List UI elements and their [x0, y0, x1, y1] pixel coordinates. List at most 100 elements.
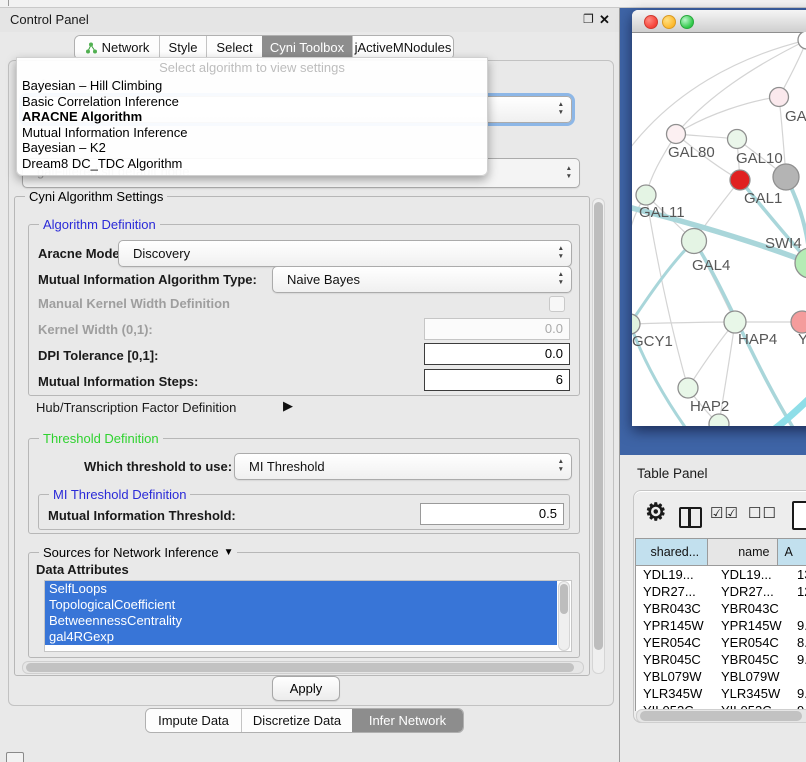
node-unlabeled-top[interactable] [798, 32, 806, 49]
node-unlabeled-bottom[interactable] [709, 414, 729, 426]
aracne-mode-value: Discovery [133, 246, 190, 261]
mi-type-combo[interactable]: Naive Bayes ▲▼ [272, 266, 572, 293]
tab-impute-data[interactable]: Impute Data [146, 709, 241, 732]
node-gal11[interactable] [636, 185, 656, 205]
attribute-item[interactable]: gal4RGexp [45, 629, 557, 645]
table-row[interactable]: YDR27...YDR27...12 [636, 583, 806, 600]
node-hap2[interactable] [678, 378, 698, 398]
column-header-partial[interactable]: A [777, 539, 806, 565]
gear-icon[interactable]: ⚙ [645, 498, 667, 527]
algorithm-definition-title: Algorithm Definition [39, 217, 160, 232]
select-all-checks-icon[interactable]: ☑☑ [710, 504, 739, 522]
network-window[interactable]: GAL GAL80 GAL10 GAL1 GAL11 GAL4 SWI4 HAP… [632, 10, 806, 426]
float-window-icon[interactable]: ❐ [583, 12, 594, 26]
expand-right-icon[interactable]: ▶ [283, 398, 293, 414]
node-gray[interactable] [773, 164, 799, 190]
tab-discretize-data[interactable]: Discretize Data [241, 709, 352, 732]
aracne-mode-combo[interactable]: Discovery ▲▼ [118, 240, 572, 267]
settings-horizontal-scrollbar[interactable] [22, 661, 584, 674]
cell-shared-name: YLR345W [636, 685, 714, 702]
popup-item[interactable]: Bayesian – K2 [17, 140, 487, 156]
node-swi4[interactable] [795, 248, 806, 278]
mi-type-value: Naive Bayes [287, 272, 360, 287]
data-attributes-label: Data Attributes [36, 562, 129, 577]
cell-name: YDL19... [714, 566, 790, 583]
tab-network[interactable]: Network [75, 36, 159, 59]
close-icon[interactable]: ✕ [599, 12, 610, 28]
new-table-icon[interactable] [792, 501, 806, 530]
table-horizontal-scrollbar[interactable] [636, 709, 806, 723]
close-traffic-light[interactable] [644, 15, 658, 29]
arrow-up: ▲ [566, 165, 572, 173]
tab-select[interactable]: Select [206, 36, 262, 59]
tab-discretize-data-label: Discretize Data [253, 713, 341, 728]
mi-threshold-group-title: MI Threshold Definition [49, 487, 190, 502]
table-row[interactable]: YBL079WYBL079W [636, 668, 806, 685]
scrollbar-thumb[interactable] [26, 663, 574, 672]
mi-steps-label: Mutual Information Steps: [38, 374, 198, 389]
table-row[interactable]: YPR145WYPR145W9. [636, 617, 806, 634]
scrollbar-thumb[interactable] [640, 711, 802, 721]
scrollbar-thumb[interactable] [560, 584, 568, 614]
attributes-list-scrollbar[interactable] [558, 581, 570, 651]
dpi-tolerance-field[interactable]: 0.0 [424, 343, 570, 365]
collapse-down-icon[interactable]: ▼ [224, 547, 234, 558]
settings-vertical-scrollbar[interactable] [592, 198, 605, 674]
unselect-all-checks-icon[interactable]: ☐☐ [748, 504, 777, 522]
combo-arrows-icon: ▲▼ [566, 165, 572, 181]
node-y[interactable] [791, 311, 806, 333]
tab-cyni-toolbox[interactable]: Cyni Toolbox [262, 36, 352, 59]
node-gal80[interactable] [667, 125, 686, 144]
table-row[interactable]: YBR045CYBR045C9. [636, 651, 806, 668]
column-header-name[interactable]: name [707, 539, 777, 565]
column-header-shared-name[interactable]: shared... [636, 539, 707, 565]
cell-name: YER054C [714, 634, 790, 651]
kernel-width-field[interactable]: 0.0 [424, 318, 570, 340]
tab-infer-network[interactable]: Infer Network [352, 709, 463, 732]
network-canvas[interactable]: GAL GAL80 GAL10 GAL1 GAL11 GAL4 SWI4 HAP… [632, 32, 806, 426]
arrow-up: ▲ [558, 245, 564, 253]
which-threshold-combo[interactable]: MI Threshold ▲▼ [234, 453, 572, 480]
popup-item[interactable]: Bayesian – Hill Climbing [17, 78, 487, 94]
unchecked-box-icon: ☐ [762, 505, 776, 522]
attribute-item[interactable]: TopologicalCoefficient [45, 597, 557, 613]
tab-jactivemnodules[interactable]: jActiveMNodules [352, 36, 453, 59]
network-window-titlebar[interactable] [632, 10, 806, 33]
popup-item-selected[interactable]: ARACNE Algorithm [17, 109, 487, 125]
hub-definition-label: Hub/Transcription Factor Definition [36, 400, 236, 415]
table-row[interactable]: YER054CYER054C8. [636, 634, 806, 651]
attribute-item[interactable]: BetweennessCentrality [45, 613, 557, 629]
popup-item[interactable]: Basic Correlation Inference [17, 94, 487, 110]
zoom-traffic-light[interactable] [680, 15, 694, 29]
combo-arrows-icon: ▲▼ [558, 458, 564, 474]
table-row[interactable]: YBR043CYBR043C [636, 600, 806, 617]
columns-icon[interactable] [679, 507, 702, 528]
table-row[interactable]: YLR345WYLR345W9. [636, 685, 806, 702]
node-gal10[interactable] [728, 130, 747, 149]
apply-button[interactable]: Apply [272, 676, 340, 701]
panel-corner-icon[interactable] [6, 752, 24, 762]
tab-style[interactable]: Style [159, 36, 206, 59]
attribute-item[interactable]: SelfLoops [45, 581, 557, 597]
sources-title-text: Sources for Network Inference [43, 545, 219, 560]
popup-item[interactable]: Mutual Information Inference [17, 125, 487, 141]
table-row[interactable]: YDL19...YDL19...13 [636, 566, 806, 583]
popup-item[interactable]: Dream8 DC_TDC Algorithm [17, 156, 487, 172]
cell-name: YBR043C [714, 600, 790, 617]
node-label: GAL4 [692, 257, 730, 274]
scrollbar-thumb[interactable] [594, 202, 603, 650]
mi-steps-field[interactable]: 6 [424, 369, 570, 391]
combo-arrows-icon: ▲▼ [558, 245, 564, 261]
cell-value: 9. [790, 685, 806, 702]
minimize-traffic-light[interactable] [662, 15, 676, 29]
cell-name: YPR145W [714, 617, 790, 634]
mi-threshold-field[interactable]: 0.5 [420, 503, 564, 525]
table-panel-box: ⚙ ☑☑ ☐☐ shared... name A YDL19...YDL19..… [633, 490, 806, 723]
manual-kernel-checkbox[interactable] [549, 296, 565, 312]
manual-kernel-label: Manual Kernel Width Definition [38, 296, 230, 311]
node-gal4[interactable] [682, 229, 707, 254]
node-gcy1[interactable] [632, 314, 640, 334]
node-gal1[interactable] [730, 170, 750, 190]
node-gal[interactable] [770, 88, 789, 107]
node-hap4[interactable] [724, 311, 746, 333]
